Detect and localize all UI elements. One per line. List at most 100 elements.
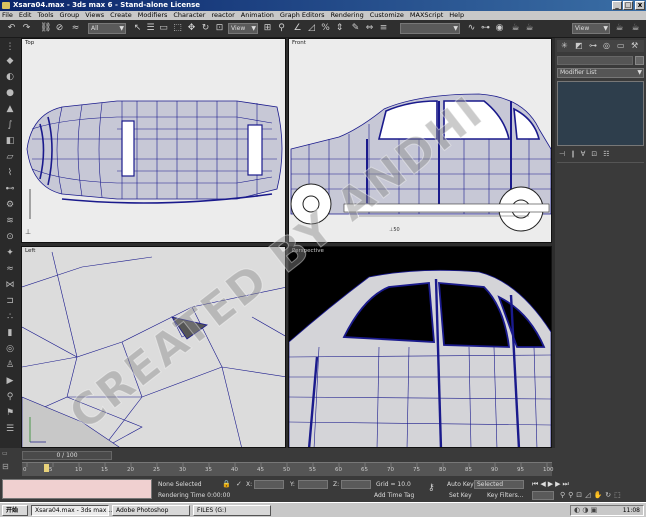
zoom-icon[interactable]: ⚲ <box>560 491 568 499</box>
menu-animation[interactable]: Animation <box>241 11 274 20</box>
rope-icon[interactable]: ∫ <box>4 120 16 131</box>
object-color-swatch[interactable] <box>635 56 644 65</box>
menu-modifiers[interactable]: Modifiers <box>138 11 168 20</box>
pan-icon[interactable]: ✋ <box>594 491 606 499</box>
named-selection-icon[interactable]: ✎ <box>350 23 361 34</box>
render-last-icon[interactable]: ☕ <box>614 23 625 34</box>
pivot-center-icon[interactable]: ⊞ <box>262 23 273 34</box>
previous-frame-icon[interactable]: ◀ <box>540 480 547 488</box>
ragdoll-icon[interactable]: ♙ <box>4 360 16 371</box>
fracture-icon[interactable]: ✦ <box>4 248 16 259</box>
z-coordinate-field[interactable] <box>341 480 371 489</box>
reference-coordinate-dropdown[interactable]: View ▼ <box>228 23 258 34</box>
trackbar-toggle-icon[interactable]: ⊟ <box>2 462 20 474</box>
minimize-button[interactable]: _ <box>612 1 622 10</box>
display-tab-icon[interactable]: ▭ <box>617 41 625 50</box>
x-coordinate-field[interactable] <box>254 480 284 489</box>
pin-stack-icon[interactable]: ⊣ <box>559 150 571 158</box>
select-by-name-icon[interactable]: ☰ <box>145 23 156 34</box>
current-frame-field[interactable] <box>532 491 554 500</box>
menu-tools[interactable]: Tools <box>37 11 53 20</box>
modifier-stack[interactable] <box>557 81 644 146</box>
select-scale-icon[interactable]: ⊡ <box>214 23 225 34</box>
menu-rendering[interactable]: Rendering <box>331 11 364 20</box>
redo-icon[interactable]: ↷ <box>21 23 32 34</box>
curve-editor-icon[interactable]: ∿ <box>466 23 477 34</box>
utilities-tab-icon[interactable]: ⚒ <box>631 41 638 50</box>
modifier-list-dropdown[interactable]: Modifier List ▼ <box>557 68 644 78</box>
spring-icon[interactable]: ⌇ <box>4 168 16 179</box>
show-end-result-icon[interactable]: ∥ <box>571 150 581 158</box>
hierarchy-tab-icon[interactable]: ⊶ <box>589 41 597 50</box>
select-object-icon[interactable]: ↖ <box>132 23 143 34</box>
quick-render-icon[interactable]: ☕ <box>524 23 535 34</box>
arc-rotate-icon[interactable]: ↻ <box>605 491 614 499</box>
track-bar-icon[interactable]: ▭ <box>2 450 20 460</box>
menu-reactor[interactable]: reactor <box>211 11 234 20</box>
select-move-icon[interactable]: ✥ <box>186 23 197 34</box>
time-slider[interactable]: 0 / 100 <box>22 451 112 460</box>
start-button[interactable]: 开始 <box>2 505 28 516</box>
prismatic-icon[interactable]: ▮ <box>4 328 16 339</box>
constraint-icon[interactable]: ⋈ <box>4 280 16 291</box>
property-editor-icon[interactable]: ☰ <box>4 424 16 435</box>
render-scene-icon[interactable]: ☕ <box>510 23 521 34</box>
motor-icon[interactable]: ⚙ <box>4 200 16 211</box>
set-key-button[interactable]: Set Key <box>449 492 472 499</box>
wind-icon[interactable]: ≋ <box>4 216 16 227</box>
snaps-toggle-icon[interactable]: ∠ <box>292 23 303 34</box>
configure-sets-icon[interactable]: ☷ <box>603 150 615 158</box>
viewport-perspective[interactable]: Perspective <box>288 246 552 448</box>
analyze-icon[interactable]: ⚲ <box>4 392 16 403</box>
named-selection-dropdown[interactable]: ▼ <box>400 23 460 34</box>
menu-create[interactable]: Create <box>110 11 132 20</box>
go-to-end-icon[interactable]: ⏭ <box>562 480 570 488</box>
plane-icon[interactable]: ▱ <box>4 152 16 163</box>
reactor-icon[interactable]: ◆ <box>4 56 16 67</box>
maximize-button[interactable]: □ <box>623 1 633 10</box>
play-icon[interactable]: ▶ <box>548 480 555 488</box>
percent-snap-icon[interactable]: % <box>320 23 331 34</box>
menu-character[interactable]: Character <box>173 11 205 20</box>
material-editor-icon[interactable]: ◉ <box>494 23 505 34</box>
render-view-dropdown[interactable]: View ▼ <box>572 23 610 34</box>
make-unique-icon[interactable]: ∀ <box>581 150 592 158</box>
modify-tab-icon[interactable]: ◩ <box>575 41 583 50</box>
deforming-mesh-icon[interactable]: ◧ <box>4 136 16 147</box>
hinge-icon[interactable]: ⊐ <box>4 296 16 307</box>
create-animation-icon[interactable]: ⚑ <box>4 408 16 419</box>
window-crossing-icon[interactable]: ⬚ <box>172 23 183 34</box>
object-name-field[interactable] <box>557 56 633 65</box>
activeshade-icon[interactable]: ☕ <box>630 23 641 34</box>
preview-icon[interactable]: ▶ <box>4 376 16 387</box>
menu-help[interactable]: Help <box>449 11 464 20</box>
key-filters-button[interactable]: Key Filters... <box>487 492 524 499</box>
viewport-top[interactable]: Top ⊥ <box>21 38 286 243</box>
auto-key-button[interactable]: Auto Key <box>447 481 474 488</box>
water-icon[interactable]: ≈ <box>4 264 16 275</box>
task-files[interactable]: FILES (G:) <box>193 505 271 516</box>
tray-icons[interactable]: ◐ ◑ ▣ <box>574 506 597 514</box>
menu-group[interactable]: Group <box>60 11 80 20</box>
maximize-viewport-icon[interactable]: ⬚ <box>614 491 624 499</box>
undo-icon[interactable]: ↶ <box>6 23 17 34</box>
align-icon[interactable]: ≡ <box>378 23 389 34</box>
remove-modifier-icon[interactable]: ⊡ <box>591 150 603 158</box>
select-region-icon[interactable]: ▭ <box>158 23 169 34</box>
toy-car-icon[interactable]: ⊙ <box>4 232 16 243</box>
y-coordinate-field[interactable] <box>298 480 328 489</box>
angle-snap-icon[interactable]: ◿ <box>306 23 317 34</box>
cloth-icon[interactable]: ◐ <box>4 72 16 83</box>
link-icon[interactable]: ⛓ <box>40 23 51 34</box>
car-wheel-icon[interactable]: ◎ <box>4 344 16 355</box>
field-of-view-icon[interactable]: ◿ <box>585 491 593 499</box>
menu-views[interactable]: Views <box>85 11 104 20</box>
add-time-tag[interactable]: Add Time Tag <box>374 492 414 499</box>
mirror-icon[interactable]: ⇔ <box>364 23 375 34</box>
auto-key-mode-dropdown[interactable]: Selected <box>474 480 524 489</box>
task-3dsmax[interactable]: Xsara04.max - 3ds max ... <box>31 505 114 516</box>
menu-file[interactable]: File <box>2 11 13 20</box>
motion-tab-icon[interactable]: ◎ <box>603 41 610 50</box>
zoom-extents-icon[interactable]: ⊡ <box>576 491 585 499</box>
rigid-body-icon[interactable]: ● <box>4 88 16 99</box>
